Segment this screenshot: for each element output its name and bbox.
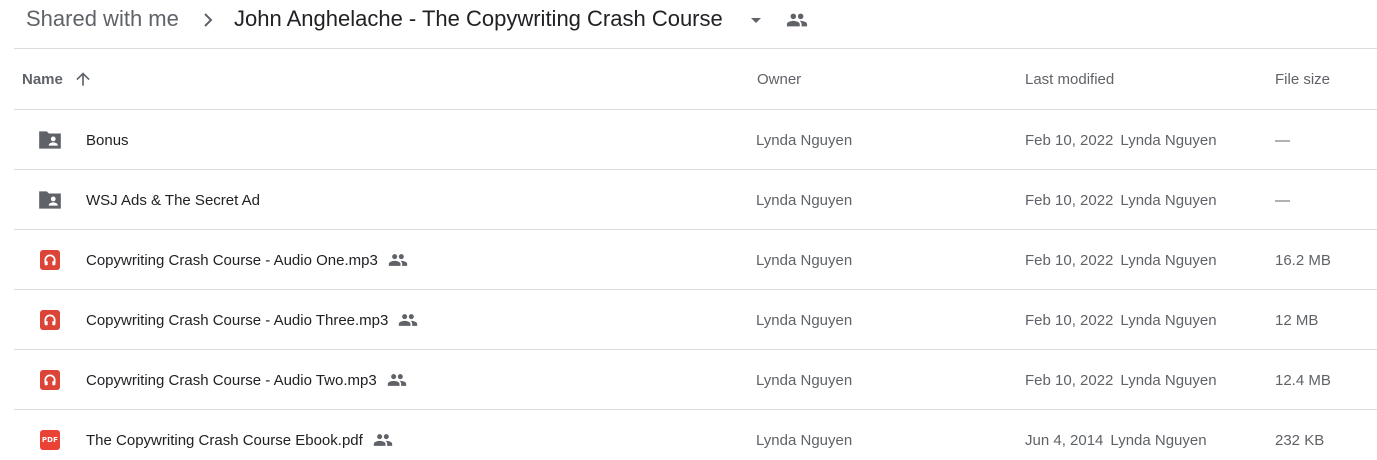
file-row[interactable]: Copywriting Crash Course - Audio One.mp3… [14, 230, 1377, 290]
file-owner: Lynda Nguyen [756, 371, 853, 389]
file-row[interactable]: Copywriting Crash Course - Audio Two.mp3… [14, 350, 1377, 410]
pdf-file-icon-label: PDF [40, 430, 60, 450]
file-name: Copywriting Crash Course - Audio One.mp3 [86, 251, 378, 269]
modified-date: Feb 10, 2022 [1025, 191, 1114, 209]
column-header-name-label: Name [22, 70, 63, 88]
file-modified: Feb 10, 2022 Lynda Nguyen [1025, 350, 1217, 410]
modified-by: Lynda Nguyen [1120, 251, 1217, 269]
shared-people-icon [388, 250, 408, 270]
file-modified: Feb 10, 2022 Lynda Nguyen [1025, 230, 1217, 290]
file-owner: Lynda Nguyen [756, 131, 853, 149]
modified-date: Feb 10, 2022 [1025, 311, 1114, 329]
modified-date: Feb 10, 2022 [1025, 371, 1114, 389]
file-name: Bonus [86, 131, 129, 149]
modified-date: Feb 10, 2022 [1025, 131, 1114, 149]
file-modified: Feb 10, 2022 Lynda Nguyen [1025, 170, 1217, 230]
file-owner: Lynda Nguyen [756, 251, 853, 269]
column-header-last-modified[interactable]: Last modified [1025, 49, 1114, 109]
breadcrumb-current-folder[interactable]: John Anghelache - The Copywriting Crash … [222, 4, 735, 34]
modified-by: Lynda Nguyen [1120, 131, 1217, 149]
file-owner: Lynda Nguyen [756, 431, 853, 449]
shared-folder-icon [36, 110, 64, 170]
modified-date: Jun 4, 2014 [1025, 431, 1104, 449]
file-size: 12 MB [1275, 311, 1319, 329]
file-size: 232 KB [1275, 431, 1325, 449]
column-headers: Name Owner Last modified File size [14, 49, 1377, 110]
file-rows: Bonus Lynda Nguyen Feb 10, 2022 Lynda Ng… [14, 110, 1377, 460]
file-row[interactable]: PDF The Copywriting Crash Course Ebook.p… [14, 410, 1377, 460]
column-header-file-size: File size [1275, 70, 1331, 88]
file-size: 16.2 MB [1275, 251, 1331, 269]
file-row[interactable]: Bonus Lynda Nguyen Feb 10, 2022 Lynda Ng… [14, 110, 1377, 170]
shared-folder-icon [36, 170, 64, 230]
modified-date: Feb 10, 2022 [1025, 251, 1114, 269]
file-size: — [1275, 131, 1290, 149]
column-header-name[interactable]: Name [22, 49, 93, 109]
shared-people-icon [785, 8, 809, 32]
breadcrumb-shared-with-me[interactable]: Shared with me [14, 4, 191, 34]
shared-people-icon [373, 430, 393, 450]
file-size: — [1275, 191, 1290, 209]
audio-file-icon [36, 350, 64, 410]
audio-file-icon [36, 290, 64, 350]
shared-people-icon [398, 310, 418, 330]
arrow-up-icon[interactable] [73, 69, 93, 89]
file-modified: Jun 4, 2014 Lynda Nguyen [1025, 410, 1207, 460]
audio-file-icon [36, 230, 64, 290]
file-name: The Copywriting Crash Course Ebook.pdf [86, 431, 363, 449]
file-owner: Lynda Nguyen [756, 191, 853, 209]
file-size: 12.4 MB [1275, 371, 1331, 389]
file-owner: Lynda Nguyen [756, 311, 853, 329]
modified-by: Lynda Nguyen [1120, 371, 1217, 389]
folder-menu-dropdown-icon[interactable] [744, 8, 768, 32]
file-name: WSJ Ads & The Secret Ad [86, 191, 260, 209]
modified-by: Lynda Nguyen [1120, 311, 1217, 329]
chevron-right-icon [196, 8, 220, 32]
modified-by: Lynda Nguyen [1120, 191, 1217, 209]
file-modified: Feb 10, 2022 Lynda Nguyen [1025, 110, 1217, 170]
drive-file-list: Shared with me John Anghelache - The Cop… [0, 0, 1377, 460]
modified-by: Lynda Nguyen [1110, 431, 1207, 449]
pdf-file-icon: PDF [36, 410, 64, 460]
shared-people-icon [387, 370, 407, 390]
file-row[interactable]: WSJ Ads & The Secret Ad Lynda Nguyen Feb… [14, 170, 1377, 230]
file-modified: Feb 10, 2022 Lynda Nguyen [1025, 290, 1217, 350]
breadcrumb: Shared with me John Anghelache - The Cop… [0, 0, 1377, 40]
column-header-owner: Owner [757, 70, 802, 88]
file-name: Copywriting Crash Course - Audio Two.mp3 [86, 371, 377, 389]
file-name: Copywriting Crash Course - Audio Three.m… [86, 311, 389, 329]
file-row[interactable]: Copywriting Crash Course - Audio Three.m… [14, 290, 1377, 350]
